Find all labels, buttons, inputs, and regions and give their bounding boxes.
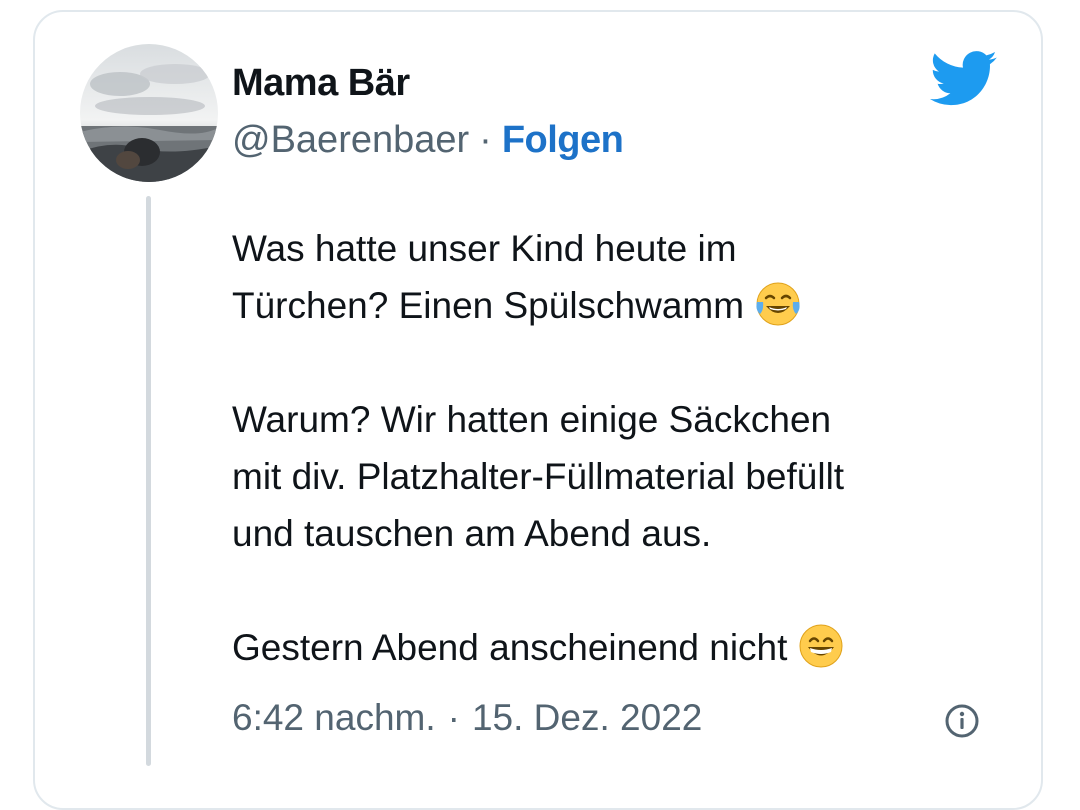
timestamp-row: 6:42 nachm. · 15. Dez. 2022 [232,697,702,739]
display-name[interactable]: Mama Bär [232,62,410,105]
tweet-line: und tauschen am Abend aus. [232,513,712,554]
info-icon[interactable] [944,703,980,739]
tweet-date[interactable]: 15. Dez. 2022 [472,697,702,738]
tweet-line-text: Türchen? Einen Spülschwamm [232,285,745,326]
thread-line [146,196,151,766]
tweet-line: Türchen? Einen Spülschwamm [232,277,1022,334]
follow-link[interactable]: Folgen [502,119,624,161]
handle-row: @Baerenbaer · Folgen [232,119,624,162]
tweet-line: Gestern Abend anscheinend nicht [232,619,1022,676]
user-handle[interactable]: @Baerenbaer [232,119,469,161]
grinning-face-emoji-icon [799,624,843,668]
separator-dot: · [479,119,492,161]
tweet-line: mit div. Platzhalter-Füllmaterial befüll… [232,456,845,497]
twitter-bird-icon[interactable] [930,50,998,108]
tweet-line: Warum? Wir hatten einige Säckchen [232,399,832,440]
tears-of-joy-emoji-icon [756,282,800,326]
separator-dot: · [447,697,460,738]
tweet-line: Was hatte unser Kind heute im [232,228,737,269]
tweet-line-text: Gestern Abend anscheinend nicht [232,627,788,668]
tweet-time[interactable]: 6:42 nachm. [232,697,436,738]
tweet-text: Was hatte unser Kind heute im Türchen? E… [232,220,1022,676]
avatar[interactable] [80,44,218,182]
